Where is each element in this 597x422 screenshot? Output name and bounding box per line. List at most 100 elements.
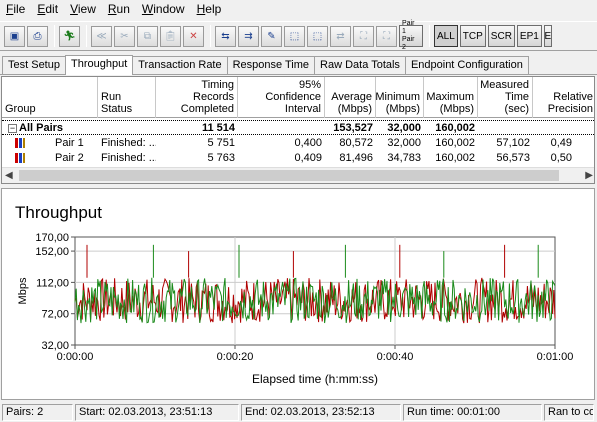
y-tick-label: 170,00 [35, 232, 69, 244]
throughput-chart-panel: Throughput 32,00 72,00 112,00 152,00 170,00 0… [1, 188, 595, 400]
filter-all-button[interactable]: ALL [434, 25, 458, 47]
column-header-minimum[interactable]: Minimum (Mbps) [376, 77, 424, 118]
x-tick-label: 0:00:40 [377, 351, 414, 363]
cell-records: 11 514 [201, 122, 235, 134]
scrollbar-thumb[interactable] [19, 170, 559, 181]
menu-bar: File Edit View Run Window Help [0, 0, 597, 19]
tab-endpoint-configuration[interactable]: Endpoint Configuration [404, 56, 529, 74]
status-end: End: 02.03.2013, 23:52:13 [241, 403, 401, 421]
toolbar-separator [86, 25, 87, 47]
cell-maximum: 160,002 [435, 122, 475, 134]
cell-average: 80,572 [339, 137, 373, 149]
cell-records: 5 763 [207, 152, 235, 164]
y-tick-label: 152,00 [35, 246, 69, 258]
pair-toggle-button[interactable]: Pair 1 Pair 2 [399, 20, 423, 51]
cell-ci: 0,409 [294, 152, 322, 164]
x-tick-label: 0:01:00 [537, 351, 574, 363]
toolbar-separator [210, 25, 211, 47]
cell-average: 153,527 [333, 122, 373, 134]
menu-file[interactable]: File [0, 0, 31, 19]
cell-maximum: 160,002 [435, 152, 475, 164]
tab-response-time[interactable]: Response Time [226, 56, 316, 74]
menu-help[interactable]: Help [191, 0, 228, 19]
status-start: Start: 02.03.2013, 23:51:13 [75, 403, 239, 421]
filter-ep1-button[interactable]: EP1 [516, 25, 542, 47]
run-test-icon[interactable]: 🏃︎ [59, 25, 80, 47]
scroll-right-icon[interactable]: ▶ [585, 170, 593, 181]
cell-maximum: 160,002 [435, 137, 475, 149]
column-header-maximum[interactable]: Maximum (Mbps) [424, 77, 478, 118]
status-ran: Ran to co [544, 403, 594, 421]
group-icon[interactable]: ⬚ [284, 25, 305, 47]
y-tick-label: 72,00 [41, 309, 69, 321]
ungroup-icon[interactable]: ⬚ [307, 25, 328, 47]
y-tick-label: 112,00 [36, 277, 69, 289]
column-header-timing-records[interactable]: Timing Records Completed [156, 77, 238, 118]
grid-header: Group Run Status Timing Records Complete… [2, 77, 594, 118]
toolbar: ▣ ⎙ 🏃︎ ≪ ✂ ⧉ 📋︎ ✕ ⇆ ⇉ ✎ ⬚ ⬚ ⇄ ⛶ ⛶ Pair 1… [0, 20, 597, 51]
column-header-average[interactable]: Average (Mbps) [325, 77, 376, 118]
menu-run[interactable]: Run [102, 0, 136, 19]
cell-precision: 0,50 [550, 152, 572, 164]
column-header-group[interactable]: Group [2, 77, 98, 118]
swap-endpoints-icon[interactable]: ⇄ [330, 25, 351, 47]
delete-icon[interactable]: ✕ [183, 25, 204, 47]
pair-icon [15, 153, 25, 164]
y-axis-label: Mbps [17, 277, 29, 304]
cell-ci: 0,400 [294, 137, 322, 149]
table-row[interactable]: Pair 2 Finished: ... 5 763 0,409 81,496 … [2, 151, 594, 166]
table-row[interactable]: Pair 1 Finished: ... 5 751 0,400 80,572 … [2, 136, 594, 151]
paste-icon[interactable]: 📋︎ [160, 25, 181, 47]
chart-title: Throughput [15, 203, 102, 222]
menu-window[interactable]: Window [136, 0, 191, 19]
cell-precision: 0,49 [550, 137, 572, 149]
print-icon[interactable]: ⎙ [27, 25, 48, 47]
filter-scr-button[interactable]: SCR [487, 25, 515, 47]
cell-minimum: 32,000 [387, 137, 421, 149]
x-tick-label: 0:00:00 [57, 351, 94, 363]
filter-icon[interactable]: ⛶ [353, 25, 374, 47]
cell-ci [238, 121, 325, 134]
collapse-icon[interactable]: − [8, 123, 17, 133]
cell-time: 56,573 [496, 152, 530, 164]
copy-icon[interactable]: ⧉ [137, 25, 158, 47]
filter-ep2-button[interactable]: E [543, 25, 552, 47]
cell-records: 5 751 [207, 137, 235, 149]
add-multicast-icon[interactable]: ⇉ [238, 25, 259, 47]
tab-transaction-rate[interactable]: Transaction Rate [132, 56, 228, 74]
status-runtime: Run time: 00:01:00 [403, 403, 542, 421]
column-header-measured-time[interactable]: Measured Time (sec) [478, 77, 533, 118]
tab-throughput[interactable]: Throughput [64, 55, 134, 75]
toolbar-separator [429, 25, 430, 47]
row-label: Pair 1 [55, 137, 84, 149]
column-header-relative-precision[interactable]: Relative Precision [533, 77, 594, 118]
menu-edit[interactable]: Edit [31, 0, 64, 19]
x-tick-label: 0:00:20 [217, 351, 254, 363]
status-bar: Pairs: 2 Start: 02.03.2013, 23:51:13 End… [0, 402, 597, 422]
cut-icon[interactable]: ✂ [114, 25, 135, 47]
edit-pair-icon[interactable]: ✎ [261, 25, 282, 47]
tab-strip: Test Setup Throughput Transaction Rate R… [0, 55, 597, 75]
cell-minimum: 34,783 [387, 152, 421, 164]
filter-tcp-button[interactable]: TCP [459, 25, 486, 47]
add-pair-icon[interactable]: ⇆ [215, 25, 236, 47]
stop-icon[interactable]: ≪ [91, 25, 112, 47]
pair-icon [15, 138, 25, 149]
row-label: All Pairs [19, 122, 64, 134]
column-header-confidence-interval[interactable]: 95% Confidence Interval [238, 77, 325, 118]
tab-raw-data-totals[interactable]: Raw Data Totals [314, 56, 406, 74]
horizontal-scrollbar[interactable]: ◀ ▶ [2, 167, 594, 183]
cell-average: 81,496 [339, 152, 373, 164]
cell-status: Finished: ... [101, 152, 156, 164]
scroll-left-icon[interactable]: ◀ [5, 170, 13, 181]
save-icon[interactable]: ▣ [4, 25, 25, 47]
sort-icon[interactable]: ⛶ [376, 25, 397, 47]
results-grid: Group Run Status Timing Records Complete… [1, 76, 595, 184]
column-header-run-status[interactable]: Run Status [98, 77, 156, 118]
row-label: Pair 2 [55, 152, 84, 164]
cell-time: 57,102 [496, 137, 530, 149]
cell-minimum: 32,000 [387, 122, 421, 134]
menu-view[interactable]: View [64, 0, 102, 19]
tab-test-setup[interactable]: Test Setup [2, 56, 66, 74]
table-row-all-pairs[interactable]: − All Pairs 11 514 153,527 32,000 160,002 [2, 120, 594, 135]
